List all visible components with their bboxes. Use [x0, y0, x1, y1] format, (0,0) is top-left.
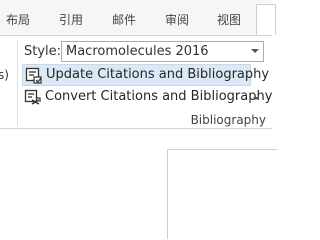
tab-layout[interactable]: 布局 [6, 11, 30, 28]
update-citations-label: Update Citations and Bibliography [46, 67, 270, 82]
style-dropdown[interactable]: Macromolecules 2016 [61, 41, 264, 62]
cut-off-label: s) [0, 68, 9, 82]
style-label: Style: [24, 44, 62, 59]
tab-endnote-active[interactable] [256, 4, 276, 35]
convert-citations-label: Convert Citations and Bibliography [45, 89, 273, 104]
document-area [0, 129, 277, 239]
convert-citations-button[interactable]: Convert Citations and Bibliography [22, 87, 272, 109]
tab-mailings[interactable]: 邮件 [112, 11, 136, 28]
document-page[interactable] [167, 149, 277, 239]
convert-citations-icon [24, 89, 42, 106]
tab-view[interactable]: 视图 [217, 11, 241, 28]
convert-dropdown-arrow-icon[interactable] [253, 97, 259, 100]
group-divider [17, 40, 18, 126]
ribbon-panel: s) Style: Macromolecules 2016 Update Cit… [0, 35, 272, 129]
update-citations-button[interactable]: Update Citations and Bibliography [22, 64, 269, 86]
style-selected-value: Macromolecules 2016 [66, 44, 209, 59]
tab-review[interactable]: 审阅 [165, 11, 189, 28]
update-citations-icon [25, 67, 43, 84]
chevron-down-icon[interactable] [251, 49, 259, 53]
ribbon-tab-bar: 布局 引用 邮件 审阅 视图 [0, 0, 276, 35]
bibliography-group-label: Bibliography [190, 113, 266, 127]
tab-references[interactable]: 引用 [59, 11, 83, 28]
